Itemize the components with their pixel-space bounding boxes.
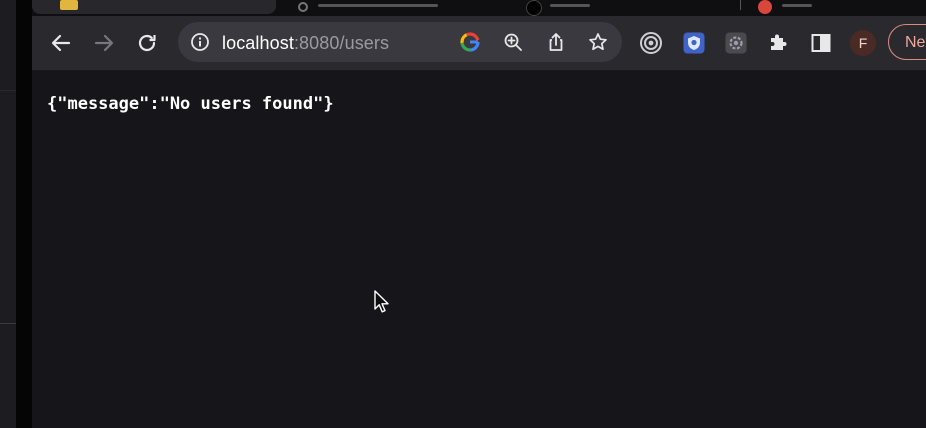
extensions-puzzle-icon[interactable] [761,26,795,60]
reload-icon [138,34,156,52]
bookmark-star-icon[interactable] [586,30,610,54]
share-icon[interactable] [544,30,568,54]
url-text[interactable]: localhost:8080/users [222,33,389,53]
tab-2-title [318,4,438,7]
url-host: localhost [222,33,294,53]
arrow-left-icon [51,34,71,52]
tab-favicon-globe-icon [298,2,308,12]
browser-toolbar: localhost:8080/users F Ne [32,16,926,71]
url-path: :8080/users [293,33,390,53]
tab-favicon-red-icon [758,0,772,14]
browser-window: localhost:8080/users F Ne {"message":"No… [32,0,926,428]
new-chrome-button[interactable]: Ne [888,24,926,60]
background-window-separator [0,90,16,91]
tab-active[interactable] [32,0,276,14]
profile-avatar: F [850,30,876,56]
tab-3-title [550,4,590,7]
site-info-icon[interactable] [190,32,210,57]
mouse-pointer-icon [374,290,389,313]
tab-3[interactable] [512,0,742,16]
reload-button[interactable] [130,26,164,60]
tab-4[interactable] [752,0,922,14]
tab-4-title [782,4,812,7]
gear-extension-icon[interactable] [719,26,753,60]
tab-separator [740,0,741,10]
background-window-strip [0,0,16,428]
profile-avatar-button[interactable]: F [846,26,880,60]
address-bar[interactable]: localhost:8080/users [178,22,622,62]
target-extension-icon[interactable] [634,26,668,60]
forward-button[interactable] [87,26,121,60]
side-panel-icon[interactable] [804,26,838,60]
zoom-icon[interactable] [501,30,525,54]
arrow-right-icon [94,34,114,52]
shield-extension-icon[interactable] [677,26,711,60]
tab-2[interactable] [284,0,504,14]
tab-favicon-circle-icon [526,0,542,16]
tab-strip [32,0,926,16]
page-content: {"message":"No users found"} [32,71,926,428]
window-border [16,0,32,428]
google-icon[interactable] [458,30,482,54]
json-response-text: {"message":"No users found"} [47,94,334,114]
tab-favicon-folder-icon [60,0,78,10]
background-window-divider [0,323,16,324]
back-button[interactable] [44,26,78,60]
